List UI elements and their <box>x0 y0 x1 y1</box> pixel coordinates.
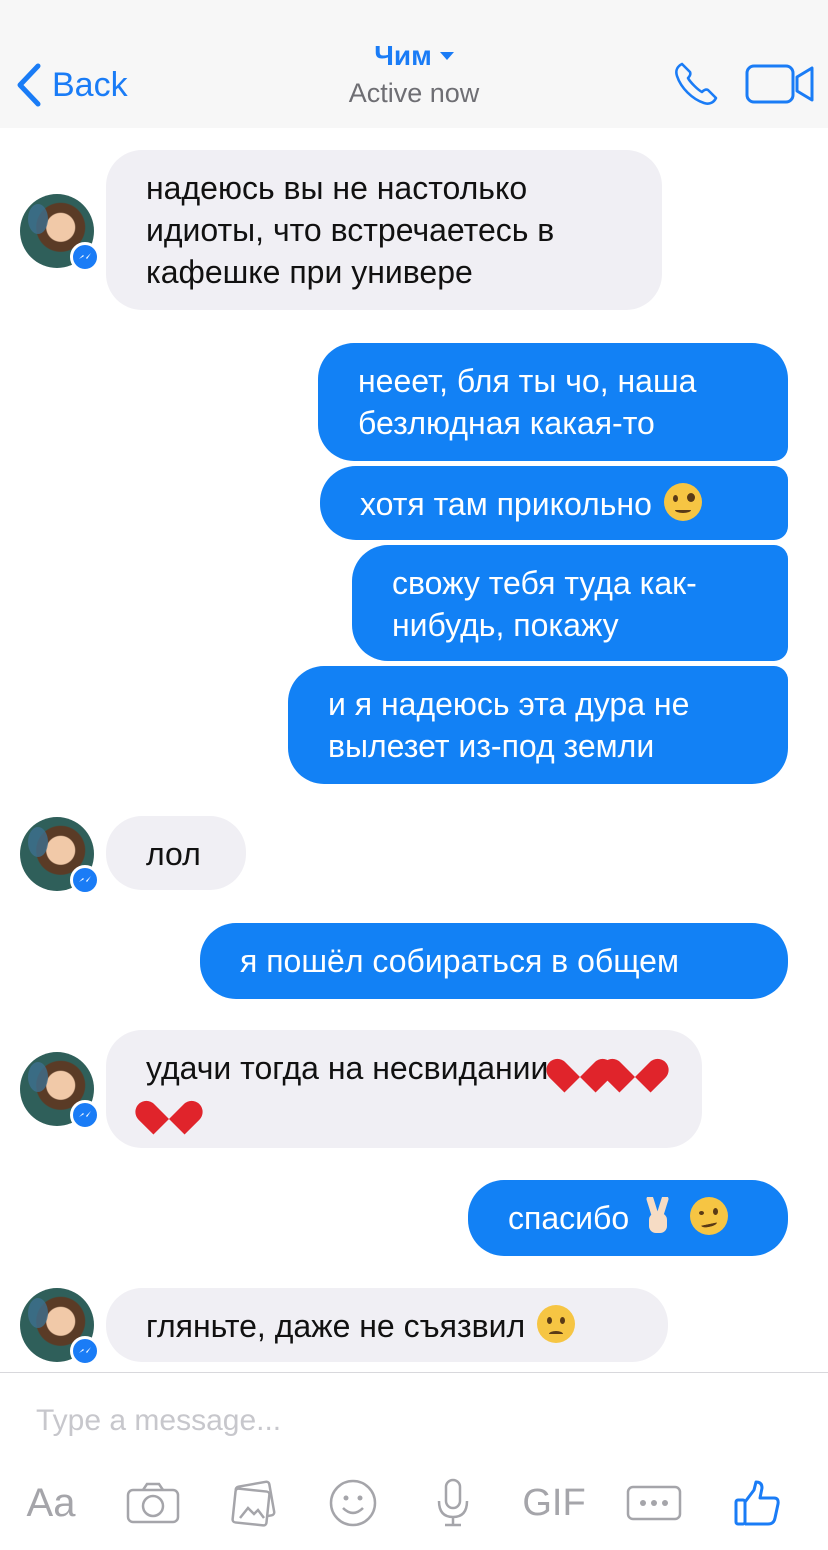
active-status: Active now <box>348 78 480 108</box>
messenger-badge-icon <box>70 865 100 895</box>
contact-avatar[interactable] <box>20 817 100 895</box>
outgoing-message[interactable]: я пошёл собираться в общем <box>200 923 788 999</box>
message-text: я пошёл собираться в общем <box>240 943 679 979</box>
camera-icon[interactable] <box>122 1471 184 1535</box>
message-text: надеюсь вы не настолько идиоты, что встр… <box>146 170 555 290</box>
incoming-message[interactable]: лол <box>106 816 246 890</box>
contact-name: Чим <box>374 40 432 71</box>
incoming-message[interactable]: удачи тогда на несвидании <box>106 1030 702 1148</box>
victory-hand-emoji-icon <box>641 1195 675 1235</box>
message-text: лол <box>146 836 201 872</box>
outgoing-message[interactable]: свожу тебя туда как-нибудь, покажу <box>352 545 788 661</box>
chevron-left-icon <box>17 63 41 107</box>
conversation-title: Чим Active now <box>264 40 564 109</box>
red-heart-emoji-icon <box>149 1089 189 1127</box>
woozy-face-emoji-icon <box>689 1197 728 1235</box>
message-input[interactable] <box>36 1401 776 1441</box>
messenger-badge-icon <box>70 1336 100 1366</box>
outgoing-message[interactable]: хотя там прикольно <box>320 466 788 540</box>
message-thread[interactable]: надеюсь вы не настолько идиоты, что встр… <box>0 128 828 1372</box>
messenger-badge-icon <box>70 242 100 272</box>
message-text: гляньте, даже не съязвил <box>146 1308 526 1344</box>
gif-icon[interactable]: GIF <box>516 1471 592 1535</box>
gallery-icon[interactable] <box>222 1471 284 1535</box>
conversation-header: Back Чим Active now <box>0 0 828 128</box>
outgoing-message[interactable]: спасибо <box>468 1180 788 1256</box>
message-composer: Aa GIF <box>0 1372 828 1550</box>
smiley-icon[interactable] <box>322 1471 384 1535</box>
like-icon[interactable] <box>726 1471 788 1535</box>
zany-face-emoji-icon <box>663 483 702 521</box>
microphone-icon[interactable] <box>422 1471 484 1535</box>
incoming-message[interactable]: надеюсь вы не настолько идиоты, что встр… <box>106 150 662 310</box>
message-text: нееет, бля ты чо, наша безлюдная какая-т… <box>358 363 697 441</box>
message-text: хотя там прикольно <box>360 486 652 522</box>
contact-avatar[interactable] <box>20 1052 100 1130</box>
messenger-badge-icon <box>70 1100 100 1130</box>
contact-avatar[interactable] <box>20 1288 100 1366</box>
composer-toolbar: Aa GIF <box>0 1471 828 1535</box>
phone-icon[interactable] <box>672 60 720 108</box>
message-text: удачи тогда на несвидании <box>146 1050 549 1086</box>
message-text: и я надеюсь эта дура не вылезет из-под з… <box>328 686 690 764</box>
back-button[interactable]: Back <box>14 60 128 110</box>
message-text: свожу тебя туда как-нибудь, покажу <box>392 565 697 643</box>
outgoing-message[interactable]: и я надеюсь эта дура не вылезет из-под з… <box>288 666 788 784</box>
message-text: спасибо <box>508 1200 630 1236</box>
outgoing-message[interactable]: нееет, бля ты чо, наша безлюдная какая-т… <box>318 343 788 461</box>
video-camera-icon[interactable] <box>744 62 816 106</box>
red-heart-emoji-icon <box>560 1047 600 1085</box>
contact-name-button[interactable]: Чим <box>374 40 454 72</box>
text-icon[interactable]: Aa <box>20 1471 82 1535</box>
back-label: Back <box>52 65 128 104</box>
red-heart-emoji-icon <box>615 1047 655 1085</box>
incoming-message[interactable]: гляньте, даже не съязвил <box>106 1288 668 1362</box>
frowning-face-emoji-icon <box>537 1305 576 1343</box>
caret-down-icon <box>439 52 454 60</box>
more-icon[interactable] <box>622 1471 686 1535</box>
contact-avatar[interactable] <box>20 194 100 272</box>
